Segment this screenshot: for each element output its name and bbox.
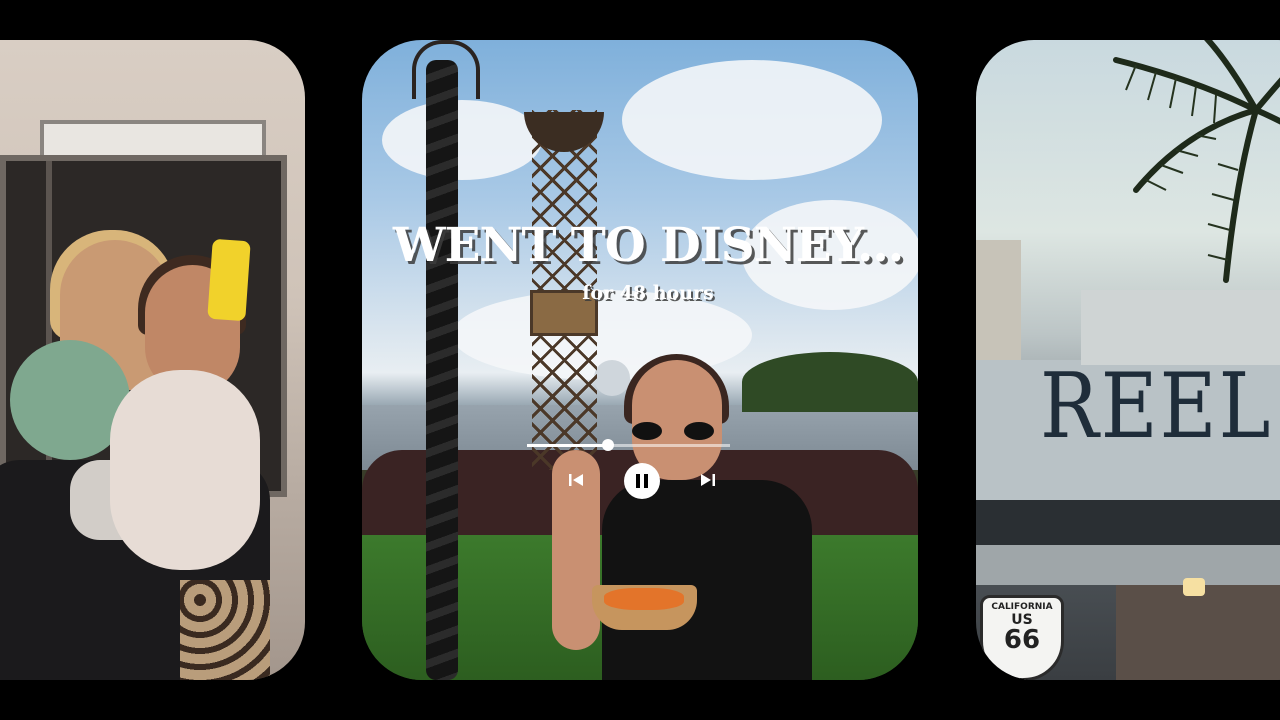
shield-number: 66	[1003, 625, 1041, 655]
graphic-t-shirt	[602, 480, 812, 680]
cloud	[622, 60, 882, 180]
pause-icon[interactable]	[624, 463, 660, 499]
pig-plush-toy	[110, 370, 260, 570]
center-video-panel[interactable]	[362, 40, 918, 680]
woman-face	[632, 360, 722, 480]
leopard-print-blanket	[180, 580, 270, 680]
progress-bar[interactable]	[527, 439, 730, 451]
reel-vogue-sign: REEL VOGUE	[1040, 355, 1280, 459]
video-subtitle: for 48 hours	[582, 282, 714, 304]
cloud	[382, 100, 542, 180]
left-photo-panel	[0, 40, 305, 680]
right-photo-panel: REEL VOGUE CALIFORNIA US 66	[976, 40, 1280, 680]
building-parapet	[1081, 290, 1280, 365]
progress-fill	[527, 444, 609, 447]
video-title: WENT TO DISNEY...	[392, 218, 904, 273]
palm-tree	[1113, 40, 1280, 283]
building-lower-wall	[976, 545, 1280, 585]
storefront-windows	[1116, 585, 1280, 680]
route-66-shield: CALIFORNIA US 66	[980, 595, 1064, 680]
wall-light	[1183, 578, 1205, 596]
skip-previous-icon[interactable]	[566, 470, 586, 490]
building-canopy	[976, 500, 1280, 550]
sunglasses	[632, 422, 722, 440]
yellow-phone	[207, 238, 251, 322]
skip-next-icon[interactable]	[698, 470, 718, 490]
woman-with-food	[552, 354, 812, 680]
shield-state: CALIFORNIA	[991, 602, 1053, 612]
twisted-lamp-post	[426, 60, 458, 680]
snack-food	[604, 588, 684, 610]
